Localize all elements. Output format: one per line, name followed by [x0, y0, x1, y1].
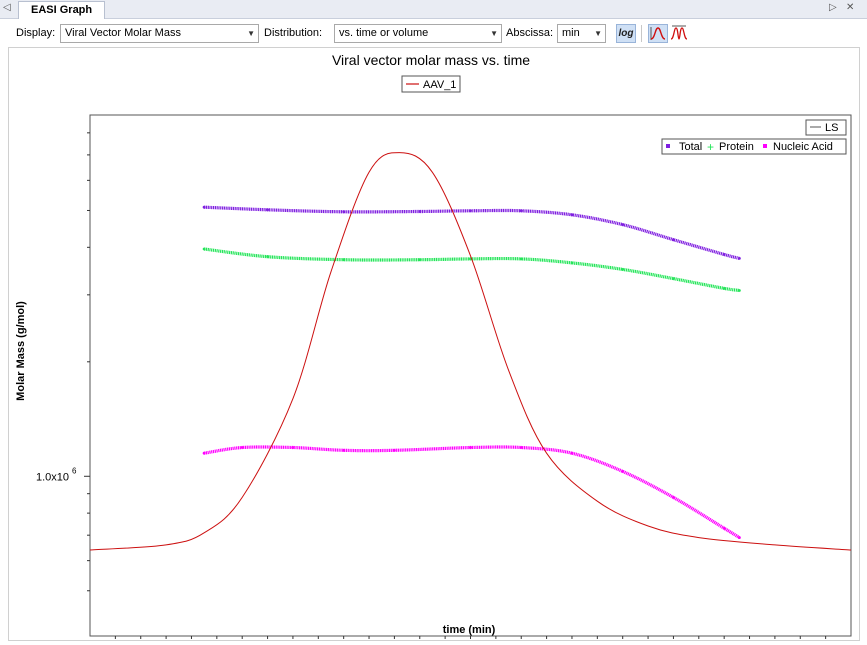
abscissa-select[interactable]: min ▼ — [557, 24, 606, 43]
series-total-point — [469, 209, 472, 213]
series-total-point — [738, 257, 741, 260]
legend-nucleic-label: Nucleic Acid — [773, 141, 833, 153]
display-select[interactable]: Viral Vector Molar Mass ▼ — [60, 24, 259, 43]
series-protein-point — [672, 277, 675, 280]
series-nucleic-acid-point — [722, 526, 726, 530]
series-protein-point — [418, 258, 422, 262]
plot-area — [89, 114, 852, 637]
series-protein-point — [266, 255, 269, 259]
legend-nucleic-marker — [763, 144, 767, 148]
series-nucleic-acid-point — [202, 451, 206, 455]
distribution-select-value: vs. time or volume — [339, 27, 429, 39]
toolbar-separator — [641, 25, 642, 42]
legend-total-marker — [666, 144, 670, 148]
series-nucleic-acid-point — [469, 446, 472, 449]
series-nucleic-acid-point — [570, 451, 574, 455]
y-axis-label: Molar Mass (g/mol) — [15, 301, 27, 401]
series-protein-point — [342, 258, 346, 262]
series-protein-point — [621, 268, 625, 271]
series-nucleic-acid-point — [342, 448, 346, 452]
series-nucleic-acid-point — [240, 446, 244, 449]
series-nucleic-acid-point — [672, 496, 675, 499]
series-total-point — [672, 238, 675, 242]
chevron-down-icon: ▼ — [247, 29, 255, 38]
abscissa-label: Abscissa: — [506, 27, 554, 39]
distribution-select[interactable]: vs. time or volume ▼ — [334, 24, 502, 43]
legend-top: AAV_1 — [401, 75, 461, 93]
series-total-point — [342, 210, 346, 214]
legend-aav1-label: AAV_1 — [423, 79, 456, 91]
series-total-point — [519, 209, 523, 213]
y-tick-exponent: 6 — [72, 466, 77, 475]
legend-protein-label: Protein — [719, 141, 754, 153]
legend-ls-label: LS — [825, 122, 838, 134]
single-peak-icon[interactable] — [648, 24, 668, 43]
abscissa-select-value: min — [562, 27, 580, 39]
scroll-left-icon[interactable]: ◁ — [3, 2, 11, 13]
chevron-down-icon: ▼ — [490, 29, 498, 38]
series-protein-point — [738, 289, 741, 292]
chevron-down-icon: ▼ — [594, 29, 602, 38]
series-total-point — [621, 223, 625, 227]
series-nucleic-acid-point — [519, 446, 523, 449]
series-protein-point — [202, 247, 206, 251]
series-nucleic-acid-point — [621, 470, 625, 473]
close-icon[interactable]: ✕ — [846, 2, 854, 13]
display-select-value: Viral Vector Molar Mass — [65, 27, 181, 39]
legend-protein-marker: + — [707, 140, 714, 154]
chart-title: Viral vector molar mass vs. time — [332, 52, 530, 68]
multi-peak-icon[interactable] — [670, 24, 690, 43]
tab-bar: ◁ EASI Graph ▷ ✕ — [0, 0, 867, 19]
chart: Viral vector molar mass vs. time AAV_1 L… — [15, 52, 852, 639]
distribution-label: Distribution: — [264, 27, 323, 39]
display-label: Display: — [16, 27, 56, 39]
x-axis-label: time (min) — [443, 624, 496, 636]
series-protein-point — [519, 257, 523, 261]
scroll-right-icon[interactable]: ▷ — [829, 2, 837, 13]
legend-mass: Total + Protein Nucleic Acid — [661, 138, 847, 155]
series-total-point — [722, 253, 726, 256]
series-nucleic-acid-point — [738, 536, 741, 539]
series-nucleic-acid-point — [291, 446, 295, 449]
legend-ls: LS — [805, 119, 847, 136]
log-scale-button[interactable]: log — [616, 24, 636, 43]
tab-easi-graph[interactable]: EASI Graph — [18, 1, 106, 19]
series-protein-point — [570, 261, 574, 265]
toolbar: Display: Viral Vector Molar Mass ▼ Distr… — [0, 19, 867, 47]
series-total-point — [418, 210, 422, 213]
legend-total-label: Total — [679, 141, 702, 153]
y-tick-label: 1.0x10 — [36, 471, 69, 483]
series-nucleic-acid-point — [393, 448, 396, 452]
series-total-point — [202, 205, 206, 209]
series-protein-point — [722, 287, 726, 290]
series-total-point — [570, 213, 574, 217]
series-total-point — [266, 208, 269, 212]
